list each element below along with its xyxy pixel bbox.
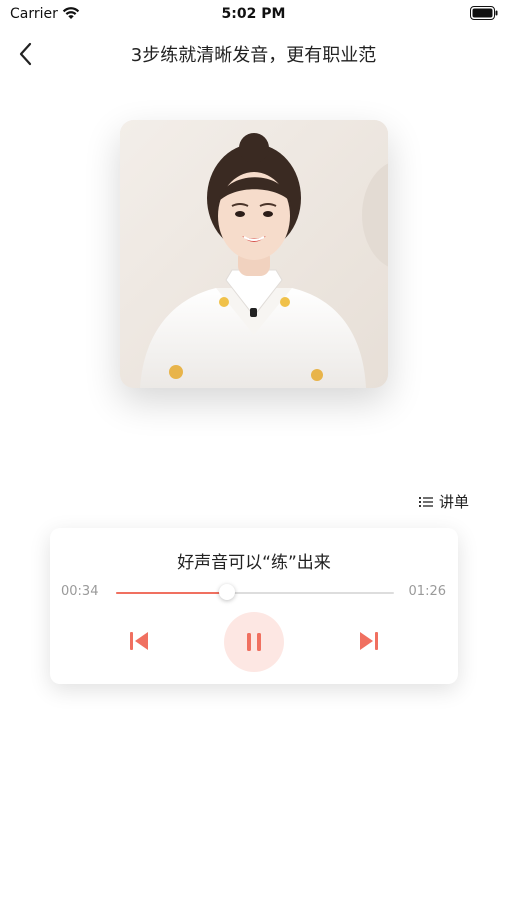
pause-icon [247, 633, 261, 651]
next-button[interactable] [354, 626, 384, 656]
chevron-left-icon [19, 42, 32, 66]
status-bar: Carrier 5:02 PM [0, 0, 507, 28]
progress-fill [116, 592, 228, 594]
list-icon [418, 496, 433, 507]
total-time: 01:26 [408, 584, 446, 599]
page-title: 3步练就清晰发音，更有职业范 [130, 45, 377, 66]
progress-slider[interactable] [116, 584, 394, 600]
nav-bar: 3步练就清晰发音，更有职业范 [0, 28, 507, 78]
album-cover [120, 120, 388, 388]
track-title: 好声音可以“练”出来 [177, 553, 331, 573]
playlist-label: 讲单 [438, 493, 469, 511]
battery-icon [470, 6, 498, 20]
current-time: 00:34 [61, 584, 99, 599]
cover-image [120, 120, 388, 388]
next-icon [360, 632, 378, 650]
playlist-button[interactable]: 讲单 [418, 491, 469, 512]
previous-button[interactable] [124, 626, 154, 656]
player-card: 好声音可以“练”出来 00:34 01:26 [50, 528, 458, 684]
pause-button[interactable] [224, 612, 284, 672]
status-time: 5:02 PM [221, 6, 286, 22]
previous-icon [130, 632, 148, 650]
progress-thumb[interactable] [219, 584, 236, 600]
back-button[interactable] [10, 38, 42, 70]
